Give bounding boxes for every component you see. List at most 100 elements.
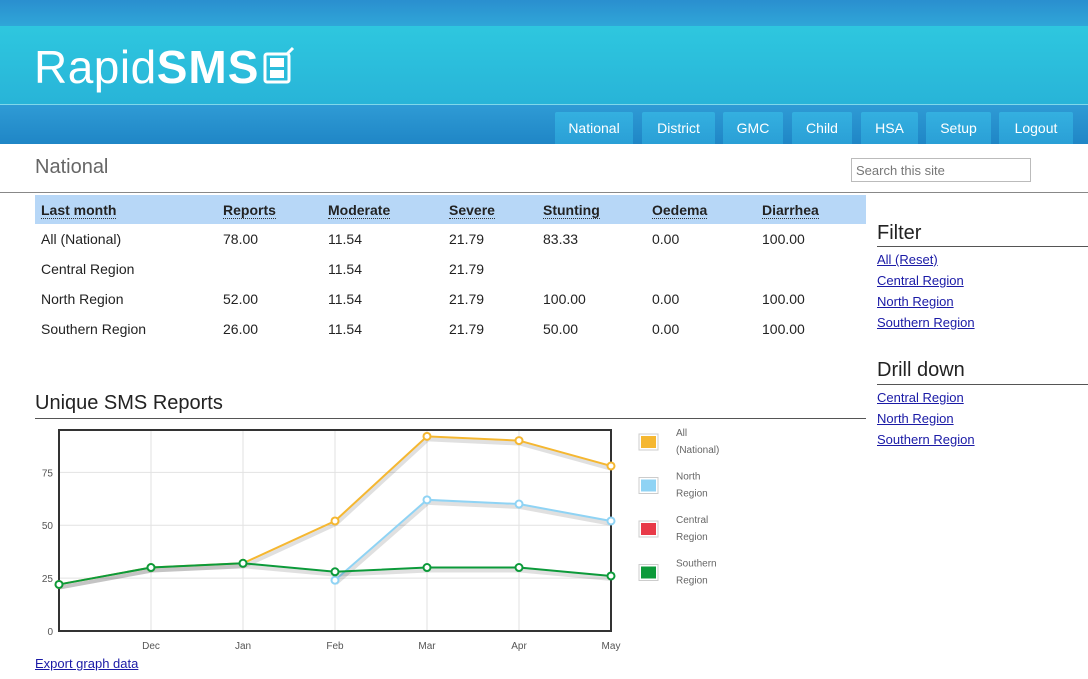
filter-link-southern-region[interactable]: Southern Region	[877, 315, 975, 330]
page-title: National	[35, 156, 109, 178]
tab-setup[interactable]: Setup	[926, 112, 991, 144]
table-cell: 11.54	[328, 291, 362, 307]
column-header-last-month[interactable]: Last month	[35, 195, 217, 224]
legend-swatch-southern-region	[641, 566, 656, 579]
table-cell: 11.54	[328, 321, 362, 337]
top-bar	[0, 0, 1088, 26]
legend-swatch-central-region	[641, 523, 656, 535]
tab-hsa[interactable]: HSA	[861, 112, 918, 144]
chart-title: Unique SMS Reports	[35, 392, 223, 414]
table-header-row: Last month Reports Moderate Severe Stunt…	[35, 195, 866, 224]
y-tick-label: 0	[47, 627, 53, 638]
table-cell: 21.79	[449, 261, 485, 277]
table-cell: 52.00	[223, 291, 259, 307]
table-cell: 11.54	[328, 231, 362, 247]
line-chart: 0 25 50 75 Dec Jan Feb Mar Apr May All (National) No…	[42, 428, 719, 652]
legend-label-central-region: Region	[676, 532, 708, 543]
data-point-southern-region	[330, 567, 340, 577]
logo-text-light: Rapid	[34, 41, 157, 93]
table-cell: Central Region	[41, 261, 135, 277]
filter-link-central-region[interactable]: Central Region	[877, 273, 964, 288]
table-cell	[217, 254, 322, 284]
table-cell: 21.79	[449, 321, 485, 337]
table-cell: 100.00	[543, 291, 586, 307]
table-cell: 83.33	[543, 231, 579, 247]
main-nav: National District GMC Child HSA Setup Lo…	[0, 104, 1088, 144]
table-cell: 0.00	[652, 321, 680, 337]
data-point-north-region	[514, 499, 524, 509]
legend-swatch-all-national	[641, 436, 656, 448]
tab-national[interactable]: National	[555, 112, 633, 144]
data-point-all-national	[514, 436, 524, 446]
x-tick-label: Jan	[235, 641, 251, 652]
x-tick-label: Feb	[326, 641, 344, 652]
filter-link-north-region[interactable]: North Region	[877, 294, 954, 309]
drilldown-link-central-region[interactable]: Central Region	[877, 390, 964, 405]
data-point-southern-region	[422, 563, 432, 573]
drilldown-link-southern-region[interactable]: Southern Region	[877, 432, 975, 447]
tab-child[interactable]: Child	[792, 112, 852, 144]
stats-table: Last month Reports Moderate Severe Stunt…	[35, 195, 866, 344]
data-point-southern-region	[54, 579, 64, 589]
search-input[interactable]	[851, 158, 1031, 182]
logo-text-bold: SMS	[156, 41, 260, 93]
export-graph-data-link[interactable]: Export graph data	[35, 656, 138, 671]
x-tick-label: Dec	[142, 641, 160, 652]
filter-link-all-reset[interactable]: All (Reset)	[877, 252, 938, 267]
table-cell: 100.00	[762, 321, 805, 337]
data-point-all-national	[606, 461, 616, 471]
table-cell: 50.00	[543, 321, 579, 337]
x-tick-label: May	[602, 641, 621, 652]
tab-logout[interactable]: Logout	[999, 112, 1073, 144]
table-cell: North Region	[41, 291, 124, 307]
drilldown-rule	[877, 384, 1088, 385]
table-row: Southern Region 26.00 11.54 21.79 50.00 …	[35, 314, 866, 344]
table-cell: 100.00	[762, 291, 805, 307]
column-header-moderate[interactable]: Moderate	[322, 195, 443, 224]
filter-rule	[877, 246, 1088, 247]
data-point-southern-region	[606, 571, 616, 581]
legend-label-southern-region: Southern	[676, 559, 717, 570]
table-cell: 21.79	[449, 231, 485, 247]
data-point-southern-region	[514, 563, 524, 573]
drilldown-heading: Drill down	[877, 359, 965, 381]
logo[interactable]: RapidSMS	[34, 40, 297, 96]
y-tick-label: 75	[42, 468, 54, 479]
y-tick-label: 25	[42, 574, 54, 585]
y-tick-label: 50	[42, 521, 54, 532]
legend-swatch-north-region	[641, 479, 656, 492]
drilldown-link-north-region[interactable]: North Region	[877, 411, 954, 426]
header-divider	[0, 192, 1088, 193]
table-cell: All (National)	[41, 231, 122, 247]
table-cell: Southern Region	[41, 321, 147, 337]
table-cell: 78.00	[223, 231, 259, 247]
column-header-stunting[interactable]: Stunting	[537, 195, 646, 224]
x-tick-label: Mar	[418, 641, 436, 652]
data-point-north-region	[422, 495, 432, 505]
legend-label-all-national: (National)	[676, 445, 719, 456]
table-cell	[537, 254, 646, 284]
column-header-reports[interactable]: Reports	[217, 195, 322, 224]
table-cell: 100.00	[762, 231, 805, 247]
column-header-severe[interactable]: Severe	[443, 195, 537, 224]
table-cell: 11.54	[328, 261, 362, 277]
legend-label-north-region: Region	[676, 489, 708, 500]
data-point-north-region	[606, 516, 616, 526]
data-point-north-region	[330, 575, 340, 585]
table-cell	[646, 254, 756, 284]
table-row: North Region 52.00 11.54 21.79 100.00 0.…	[35, 284, 866, 314]
table-cell: 26.00	[223, 321, 259, 337]
table-cell: 21.79	[449, 291, 485, 307]
column-header-diarrhea[interactable]: Diarrhea	[756, 195, 866, 224]
data-point-all-national	[422, 431, 432, 441]
data-point-southern-region	[238, 558, 248, 568]
filter-heading: Filter	[877, 222, 922, 244]
tab-district[interactable]: District	[642, 112, 715, 144]
column-header-oedema[interactable]: Oedema	[646, 195, 756, 224]
table-cell: 0.00	[652, 231, 680, 247]
legend-label-southern-region: Region	[676, 576, 708, 587]
table-cell: 0.00	[652, 291, 680, 307]
data-point-all-national	[330, 516, 340, 526]
legend-label-north-region: North	[676, 472, 700, 483]
tab-gmc[interactable]: GMC	[723, 112, 783, 144]
